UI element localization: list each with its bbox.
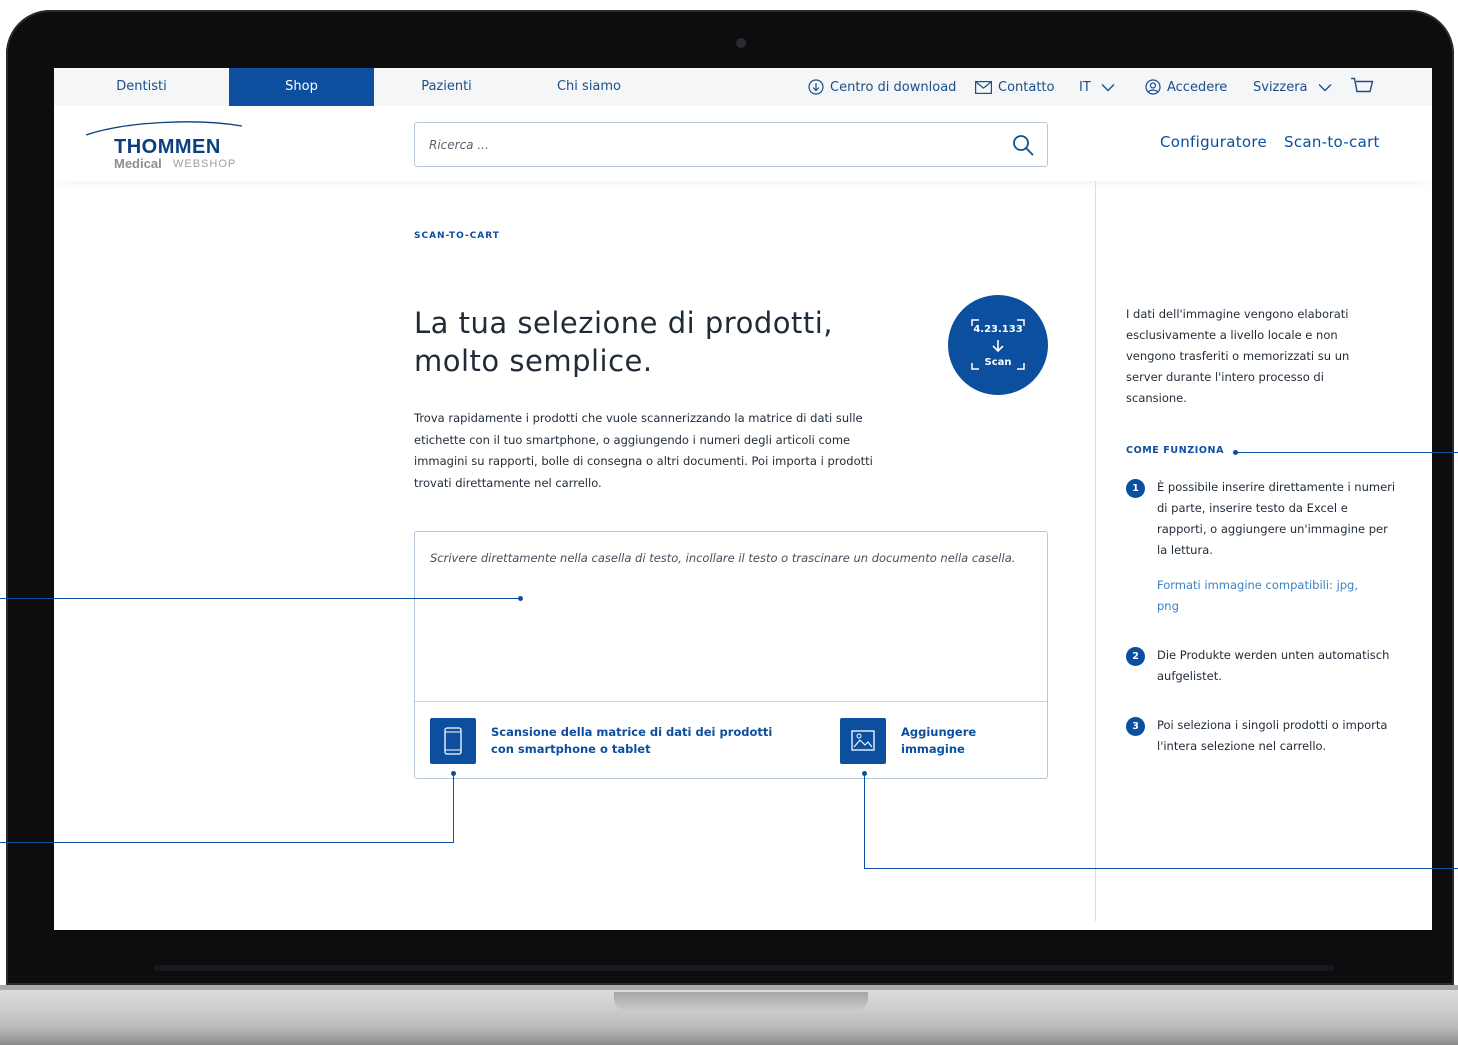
add-image-button[interactable]: Aggiungere immagine (840, 718, 1021, 764)
step-text: Die Produkte werden unten automatisch au… (1157, 648, 1390, 683)
top-navigation: Dentisti Shop Pazienti Chi siamo Centro … (54, 68, 1432, 106)
country-label: Svizzera (1253, 79, 1308, 95)
login-link[interactable]: Accedere (1145, 68, 1227, 106)
scan-to-cart-link[interactable]: Scan-to-cart (1284, 133, 1380, 151)
page-title: La tua selezione di prodotti, molto semp… (414, 304, 914, 380)
scan-frame-icon (971, 319, 1025, 370)
callout-dot (518, 596, 523, 601)
divider (415, 701, 1047, 702)
chevron-down-icon (1101, 83, 1115, 91)
nav-shop[interactable]: Shop (229, 68, 374, 106)
site-header: THOMMEN Medical WEBSHOP Configuratore Sc… (54, 106, 1432, 181)
smartphone-icon (430, 718, 476, 764)
language-label: IT (1079, 79, 1091, 95)
scan-badge-code: 4.23.133 (973, 324, 1023, 335)
step-number: 1 (1126, 479, 1145, 498)
callout-line-scan-vertical (453, 773, 454, 843)
nav-chi-siamo[interactable]: Chi siamo (519, 68, 659, 106)
scan-smartphone-label: Scansione della matrice di dati dei prod… (491, 725, 773, 756)
intro-text: Trova rapidamente i prodotti che vuole s… (414, 411, 873, 490)
download-icon (808, 79, 824, 95)
contact-link[interactable]: Contatto (975, 68, 1054, 106)
callout-line-image-vertical (864, 773, 865, 869)
scan-smartphone-button[interactable]: Scansione della matrice di dati dei prod… (430, 718, 791, 764)
scan-badge: 4.23.133 Scan (948, 295, 1048, 395)
step-number: 3 (1126, 717, 1145, 736)
browser-screen: Dentisti Shop Pazienti Chi siamo Centro … (54, 68, 1432, 930)
mail-icon (975, 80, 992, 94)
cart-button[interactable] (1350, 68, 1374, 106)
step-3: 3 Poi seleziona i singoli prodotti o imp… (1126, 715, 1416, 760)
nav-pazienti[interactable]: Pazienti (374, 68, 519, 106)
user-icon (1145, 79, 1161, 95)
language-selector[interactable]: IT (1079, 68, 1115, 106)
logo-medical: Medical (114, 156, 162, 171)
login-label: Accedere (1167, 79, 1228, 95)
privacy-note: I dati dell'immagine vengono elaborati e… (1126, 307, 1350, 405)
title-line-1: La tua selezione di prodotti, (414, 306, 833, 340)
callout-line-how-it-works (1235, 452, 1458, 453)
contact-label: Contatto (998, 79, 1055, 95)
download-center-link[interactable]: Centro di download (808, 68, 956, 106)
cart-icon (1351, 77, 1374, 93)
thommen-logo[interactable]: THOMMEN Medical WEBSHOP (84, 118, 284, 171)
search-input[interactable] (415, 123, 985, 166)
logo-swoosh-icon (85, 121, 243, 136)
callout-line-image (864, 868, 1458, 869)
callout-dot (451, 771, 456, 776)
download-label: Centro di download (830, 79, 957, 95)
configurator-link[interactable]: Configuratore (1160, 133, 1267, 151)
add-image-label: Aggiungere immagine (901, 725, 977, 756)
chevron-down-icon (1318, 83, 1332, 91)
image-formats-link[interactable]: Formati immagine compatibili: jpg, png (1157, 575, 1377, 617)
nav-dentisti[interactable]: Dentisti (54, 68, 229, 106)
step-text: Poi seleziona i singoli prodotti o impor… (1157, 718, 1388, 753)
search-icon[interactable] (1011, 133, 1035, 157)
image-icon (840, 718, 886, 764)
step-2: 2 Die Produkte werden unten automatisch … (1126, 645, 1416, 690)
search-box (414, 122, 1048, 167)
country-selector[interactable]: Svizzera (1253, 68, 1332, 106)
laptop-notch (614, 992, 868, 1012)
callout-line-textbox (0, 598, 520, 599)
callout-line-scan (0, 842, 454, 843)
title-line-2: molto semplice. (414, 344, 653, 378)
laptop-bezel (54, 930, 1432, 980)
upload-placeholder[interactable]: Scrivere direttamente nella casella di t… (430, 550, 1030, 567)
step-1: 1 È possibile inserire direttamente i nu… (1126, 477, 1416, 613)
how-it-works-title: COME FUNZIONA (1126, 445, 1225, 456)
step-number: 2 (1126, 647, 1145, 666)
camera-icon (736, 38, 746, 48)
column-divider (1095, 181, 1096, 921)
upload-dropzone[interactable]: Scrivere direttamente nella casella di t… (414, 531, 1048, 779)
page-eyebrow: SCAN-TO-CART (414, 231, 500, 241)
callout-dot (862, 771, 867, 776)
scan-badge-label: Scan (984, 357, 1012, 368)
callout-dot (1233, 450, 1238, 455)
logo-webshop: WEBSHOP (173, 158, 237, 170)
step-text: È possibile inserire direttamente i nume… (1157, 480, 1396, 557)
